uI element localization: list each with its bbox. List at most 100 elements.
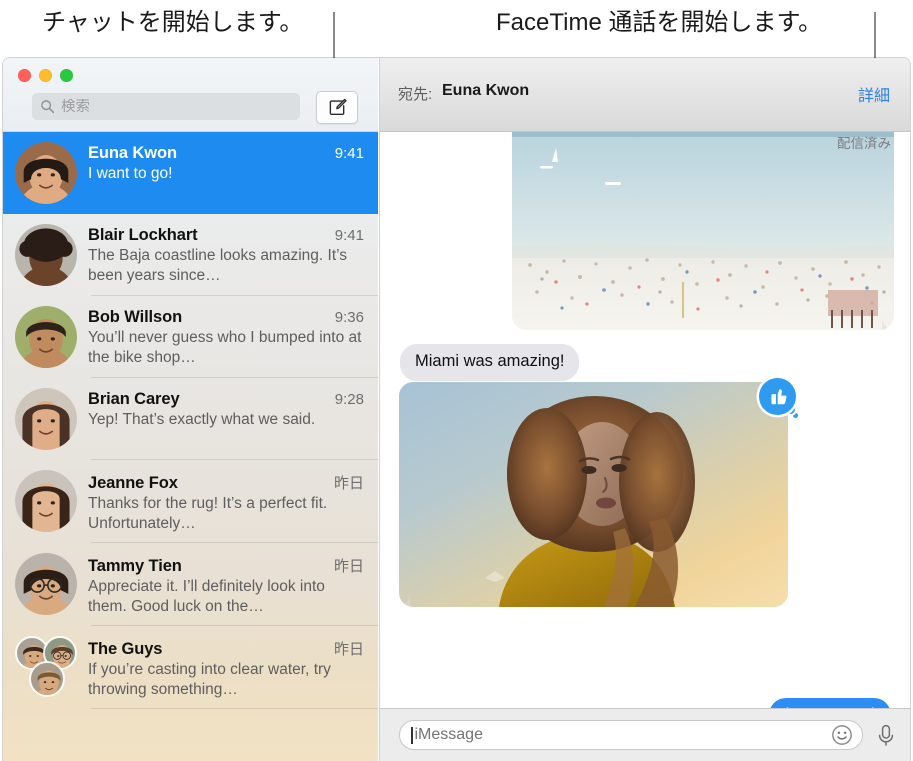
screenshot-root: チャットを開始します。 FaceTime 通話を開始します。 xyxy=(0,0,913,761)
avatar-image xyxy=(15,388,77,450)
conversation-preview: Thanks for the rug! It’s a perfect fit. … xyxy=(88,494,364,533)
minimize-window-button[interactable] xyxy=(39,69,52,82)
conversation-preview: I want to go! xyxy=(88,164,364,184)
conversation-top-line: Jeanne Fox昨日 xyxy=(88,472,364,493)
imessage-input[interactable]: iMessage xyxy=(399,720,863,750)
callout-label-facetime: FaceTime 通話を開始します。 xyxy=(496,2,822,37)
conversation-list[interactable]: Euna Kwon 9:41 I want to go! Blair Lockhar… xyxy=(3,132,378,761)
conversation-time: 昨日 xyxy=(334,555,364,576)
imessage-placeholder: iMessage xyxy=(415,726,483,744)
conversation-row-brian-carey[interactable]: Brian Carey 9:28 Yep! That’s exactly what … xyxy=(3,378,378,460)
avatar-graphic xyxy=(15,142,77,204)
conversation-top-line: Brian Carey 9:28 xyxy=(88,390,364,409)
conversation-body: Jeanne Fox昨日Thanks for the rug! It’s a p… xyxy=(88,470,364,533)
conversation-top-line: Blair Lockhart 9:41 xyxy=(88,226,364,245)
conversation-top-line: Tammy Tien 昨日 xyxy=(88,555,364,576)
conversation-time: 昨日 xyxy=(334,638,364,659)
avatar-graphic xyxy=(15,306,77,368)
message-image-beach[interactable] xyxy=(512,132,894,330)
avatar xyxy=(15,470,77,532)
thumbs-up-icon xyxy=(767,385,788,407)
conversation-time: 9:41 xyxy=(335,227,364,244)
avatar-image xyxy=(15,224,77,286)
conversation-body: Tammy Tien 昨日Appreciate it. I’ll definite… xyxy=(88,553,364,616)
conversation-preview: The Baja coastline looks amazing. It’s b… xyxy=(88,246,364,285)
conversation-body: Bob Willson 9:36 You’ll never guess who I … xyxy=(88,306,364,367)
maximize-window-button[interactable] xyxy=(60,69,73,82)
message-image-sunset[interactable] xyxy=(399,382,788,607)
conversation-preview: If you’re casting into clear water, try … xyxy=(88,660,364,699)
conversation-preview: Appreciate it. I’ll definitely look into… xyxy=(88,577,364,616)
conversation-time: 9:41 xyxy=(335,145,364,162)
message-bubble-incoming[interactable]: Miami was amazing! xyxy=(400,344,579,381)
conversation-row-bob-willson[interactable]: Bob Willson 9:36 You’ll never guess who I … xyxy=(3,296,378,378)
conversation-row-blair-lockhart[interactable]: Blair Lockhart 9:41 The Baja coastline loo… xyxy=(3,214,378,296)
image-bubble-tail xyxy=(399,591,410,607)
avatar xyxy=(15,142,77,204)
conversation-body: The Guys 昨日If you’re casting into clear w… xyxy=(88,636,364,699)
message-thread[interactable]: Miami was amazing! xyxy=(380,132,910,709)
avatar xyxy=(15,306,77,368)
conversation-body: Brian Carey 9:28 Yep! That’s exactly what … xyxy=(88,388,364,430)
beach-photo-graphic xyxy=(512,132,894,330)
avatar-graphic xyxy=(15,553,77,615)
microphone-icon[interactable] xyxy=(874,723,898,747)
image-bubble-tail xyxy=(882,314,894,330)
group-avatar-3 xyxy=(29,661,65,697)
row-separator xyxy=(91,708,378,709)
callout-label-compose: チャットを開始します。 xyxy=(42,2,303,37)
conversation-row-jeanne-fox[interactable]: Jeanne Fox昨日Thanks for the rug! It’s a p… xyxy=(3,460,378,543)
avatar-graphic xyxy=(15,224,77,286)
reaction-thumbs-up[interactable] xyxy=(759,378,803,422)
sunset-portrait-graphic xyxy=(399,382,788,607)
avatar-graphic xyxy=(31,663,65,697)
messages-window: Euna Kwon 9:41 I want to go! Blair Lockhar… xyxy=(3,58,910,761)
avatar-image xyxy=(15,306,77,368)
avatar xyxy=(15,224,77,286)
message-bubble-incoming-wrapper: Miami was amazing! xyxy=(400,344,579,381)
conversation-name: Jeanne Fox xyxy=(88,474,178,493)
avatar-image xyxy=(15,553,77,615)
conversation-time: 9:36 xyxy=(335,309,364,326)
conversation-name: The Guys xyxy=(88,640,162,659)
search-field[interactable] xyxy=(32,93,300,120)
conversation-row-the-guys[interactable]: The Guys 昨日If you’re casting into clear w… xyxy=(3,626,378,709)
conversation-body: Blair Lockhart 9:41 The Baja coastline loo… xyxy=(88,224,364,285)
delivery-status: 配信済み xyxy=(837,132,891,152)
conversation-panel: 宛先: Euna Kwon 詳細 xyxy=(379,58,910,761)
compose-button[interactable] xyxy=(316,91,358,124)
to-label: 宛先: xyxy=(398,83,432,104)
conversation-name: Tammy Tien xyxy=(88,557,182,576)
avatar xyxy=(15,388,77,450)
avatar-image xyxy=(15,142,77,204)
avatar-image xyxy=(15,470,77,532)
details-button[interactable]: 詳細 xyxy=(858,82,890,106)
window-traffic-lights xyxy=(18,69,73,82)
conversation-top-line: Euna Kwon 9:41 xyxy=(88,144,364,163)
conversation-name: Brian Carey xyxy=(88,390,180,409)
message-input-bar: iMessage xyxy=(380,708,910,761)
conversation-preview: Yep! That’s exactly what we said. xyxy=(88,410,364,430)
emoji-icon[interactable] xyxy=(831,724,853,746)
conversation-preview: You’ll never guess who I bumped into at … xyxy=(88,328,364,367)
conversation-row-euna-kwon[interactable]: Euna Kwon 9:41 I want to go! xyxy=(3,132,378,214)
conversation-top-line: Bob Willson 9:36 xyxy=(88,308,364,327)
avatar xyxy=(15,553,77,615)
search-input[interactable] xyxy=(61,99,292,115)
avatar-graphic xyxy=(15,470,77,532)
sidebar-toolbar xyxy=(3,58,378,132)
reaction-tail-dot-small xyxy=(793,413,798,418)
avatar xyxy=(15,636,77,698)
conversation-name: Blair Lockhart xyxy=(88,226,198,245)
conversation-name: Euna Kwon xyxy=(88,144,177,163)
conversation-body: Euna Kwon 9:41 I want to go! xyxy=(88,142,364,184)
conversation-time: 9:28 xyxy=(335,391,364,408)
conversation-row-tammy-tien[interactable]: Tammy Tien 昨日Appreciate it. I’ll definite… xyxy=(3,543,378,626)
avatar-graphic xyxy=(15,388,77,450)
conversation-header: 宛先: Euna Kwon 詳細 xyxy=(380,58,910,132)
sidebar: Euna Kwon 9:41 I want to go! Blair Lockhar… xyxy=(3,58,378,761)
close-window-button[interactable] xyxy=(18,69,31,82)
conversation-top-line: The Guys 昨日 xyxy=(88,638,364,659)
conversation-name: Bob Willson xyxy=(88,308,182,327)
recipient-name[interactable]: Euna Kwon xyxy=(442,82,529,100)
